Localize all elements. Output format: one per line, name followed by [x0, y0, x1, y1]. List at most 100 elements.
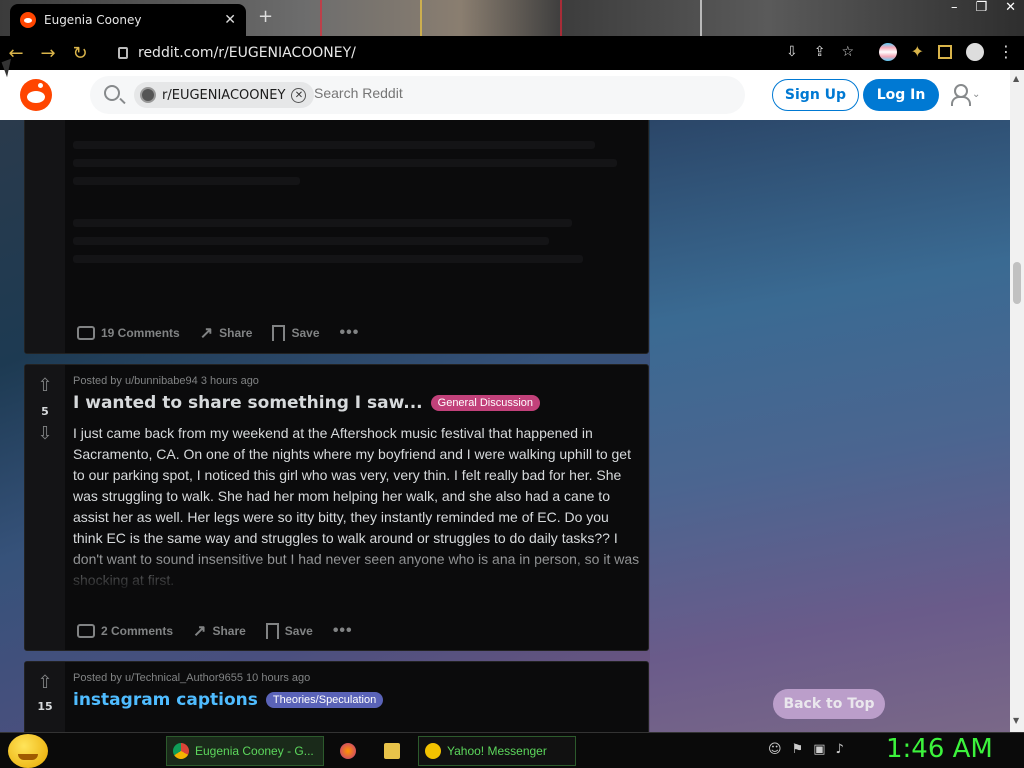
comments-count: 19 Comments — [101, 326, 180, 340]
post-meta[interactable]: Posted by u/bunnibabe94 3 hours ago — [73, 375, 640, 387]
chrome-task-button[interactable]: Eugenia Cooney - G... — [166, 736, 324, 766]
vote-column: ⇧ 15 — [25, 662, 65, 732]
close-tab-icon[interactable]: ✕ — [224, 12, 236, 28]
smiley-icon — [425, 743, 441, 759]
comment-icon — [77, 624, 95, 638]
save-button[interactable]: Save — [265, 623, 313, 639]
share-button[interactable]: ↗ Share — [193, 621, 246, 641]
sign-up-button[interactable]: Sign Up — [772, 79, 859, 111]
share-label: Share — [212, 624, 246, 638]
forward-icon[interactable]: → — [32, 43, 64, 64]
clock[interactable]: 1:46 AM — [886, 734, 993, 764]
feed-area: 19 Comments ↗ Share Save ••• ⇧ 5 ⇩ Poste… — [0, 120, 1010, 732]
scroll-up-icon[interactable]: ▲ — [1013, 74, 1019, 83]
window-controls: – ❐ ✕ — [951, 0, 1016, 15]
subreddit-chip[interactable]: r/EUGENIACOONEY ✕ — [134, 82, 315, 108]
scroll-down-icon[interactable]: ▼ — [1013, 716, 1019, 725]
chrome-icon — [173, 743, 189, 759]
profile-avatar-icon[interactable] — [966, 42, 984, 61]
system-tray: ☺ ⚑ ▣ ♪ — [768, 742, 844, 757]
share-icon: ↗ — [199, 325, 214, 342]
yahoo-messenger-task-button[interactable]: Yahoo! Messenger — [418, 736, 576, 766]
share-button[interactable]: ↗ Share — [200, 323, 253, 343]
share-page-icon[interactable]: ⇪ — [814, 44, 826, 60]
save-button[interactable]: Save — [272, 325, 320, 341]
vote-column — [25, 120, 65, 353]
vote-score: 15 — [37, 700, 53, 713]
comment-icon — [77, 326, 95, 340]
post-title[interactable]: instagram captions — [73, 690, 258, 710]
share-icon: ↗ — [193, 623, 207, 640]
taskbar: Eugenia Cooney - G... Yahoo! Messenger ☺… — [0, 732, 1024, 768]
clear-chip-icon[interactable]: ✕ — [291, 87, 307, 103]
start-button-smiley-icon[interactable] — [8, 734, 48, 768]
post-flair[interactable]: Theories/Speculation — [265, 692, 384, 708]
search-input[interactable] — [314, 85, 614, 101]
comments-count: 2 Comments — [101, 624, 174, 638]
post-title[interactable]: I wanted to share something I saw... — [73, 393, 423, 413]
menu-kebab-icon[interactable]: ⋮ — [998, 42, 1014, 61]
search-bar[interactable]: r/EUGENIACOONEY ✕ — [90, 76, 745, 114]
chrome-task-label: Eugenia Cooney - G... — [195, 744, 314, 758]
restore-icon[interactable]: ❐ — [975, 0, 987, 15]
search-icon — [104, 85, 120, 101]
post-body: Posted by u/Technical_Author9655 10 hour… — [73, 662, 640, 710]
upvote-icon[interactable]: ⇧ — [36, 377, 54, 395]
volume-icon[interactable]: ♪ — [836, 742, 844, 757]
more-options-icon[interactable]: ••• — [333, 622, 353, 640]
bookmark-star-icon[interactable]: ☆ — [841, 44, 854, 60]
browser-tab[interactable]: Eugenia Cooney ✕ — [10, 4, 246, 36]
post-body: Posted by u/bunnibabe94 3 hours ago I wa… — [73, 365, 640, 593]
share-label: Share — [219, 326, 253, 340]
post-card[interactable]: ⇧ 15 Posted by u/Technical_Author9655 10… — [24, 661, 649, 732]
chevron-down-icon: ⌄ — [972, 88, 981, 100]
subreddit-chip-label: r/EUGENIACOONEY — [162, 87, 286, 103]
user-menu-dropdown[interactable]: ⌄ — [950, 84, 981, 106]
downvote-icon[interactable]: ⇩ — [36, 425, 54, 443]
post-card[interactable]: 19 Comments ↗ Share Save ••• — [24, 120, 649, 354]
post-text: I just came back from my weekend at the … — [73, 423, 640, 593]
comments-button[interactable]: 2 Comments — [77, 624, 173, 638]
vote-score: 5 — [41, 405, 49, 418]
more-options-icon[interactable]: ••• — [340, 324, 360, 342]
new-tab-button[interactable]: + — [258, 6, 273, 27]
omnibox-actions: ⇩ ⇪ ☆ — [786, 44, 854, 60]
close-window-icon[interactable]: ✕ — [1005, 0, 1016, 15]
folder-icon — [384, 743, 400, 759]
post-flair[interactable]: General Discussion — [430, 395, 541, 411]
reddit-logo-icon[interactable] — [20, 79, 52, 111]
network-icon[interactable]: ▣ — [813, 742, 825, 757]
address-bar[interactable]: reddit.com/r/EUGENIACOONEY/ — [108, 40, 853, 66]
post-meta[interactable]: Posted by u/Technical_Author9655 10 hour… — [73, 672, 640, 684]
flag-tray-icon[interactable]: ⚑ — [792, 742, 804, 757]
subreddit-avatar — [140, 87, 156, 103]
post-actions: 2 Comments ↗ Share Save ••• — [77, 621, 353, 641]
scroll-thumb[interactable] — [1013, 262, 1021, 304]
side-panel-icon[interactable] — [938, 44, 952, 59]
page-scrollbar[interactable]: ▲ ▼ — [1010, 70, 1024, 732]
vote-column: ⇧ 5 ⇩ — [25, 365, 65, 650]
back-to-top-button[interactable]: Back to Top — [773, 689, 885, 719]
flag-extension-icon[interactable] — [878, 42, 897, 61]
save-label: Save — [284, 624, 313, 638]
post-actions: 19 Comments ↗ Share Save ••• — [77, 323, 359, 343]
log-in-button[interactable]: Log In — [863, 79, 939, 111]
messenger-tray-icon[interactable]: ☺ — [768, 742, 782, 757]
yahoo-task-label: Yahoo! Messenger — [447, 744, 547, 758]
post-card[interactable]: ⇧ 5 ⇩ Posted by u/bunnibabe94 3 hours ag… — [24, 364, 649, 651]
puzzle-extensions-icon[interactable]: ✦ — [911, 42, 924, 61]
firefox-task-button[interactable] — [334, 736, 364, 766]
extensions-area: ✦ ⋮ — [878, 42, 1014, 61]
lock-icon — [118, 47, 128, 59]
upvote-icon[interactable]: ⇧ — [36, 674, 54, 692]
tab-title: Eugenia Cooney — [44, 13, 142, 27]
firefox-icon — [340, 743, 356, 759]
bookmark-icon — [265, 623, 279, 639]
minimize-icon[interactable]: – — [951, 0, 958, 15]
comments-button[interactable]: 19 Comments — [77, 326, 180, 340]
reddit-header: r/EUGENIACOONEY ✕ Sign Up Log In ⌄ — [0, 70, 1010, 120]
folder-task-button[interactable] — [378, 736, 408, 766]
install-icon[interactable]: ⇩ — [786, 44, 798, 60]
url-text: reddit.com/r/EUGENIACOONEY/ — [138, 45, 356, 61]
reload-icon[interactable]: ↻ — [64, 43, 96, 64]
